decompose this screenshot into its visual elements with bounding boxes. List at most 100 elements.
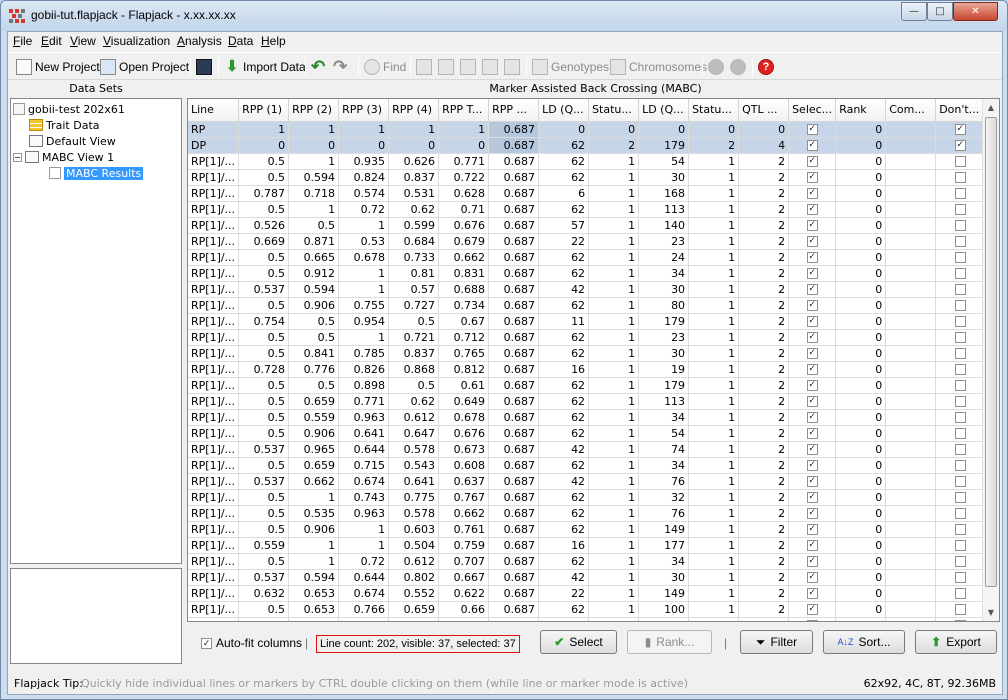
toggle-lines-button[interactable] <box>416 56 432 78</box>
checkbox-empty-icon[interactable] <box>954 268 966 279</box>
table-row[interactable]: RP[1]/... 0.5 0.906 1 0.603 0.761 0.687 62 1 149 1… <box>188 521 986 538</box>
table-row[interactable]: RP[1]/... 0.5 0.665 0.678 0.733 0.662 0.687 62 1… <box>188 249 986 266</box>
chromosomes-button[interactable]: Chromosomes <box>610 56 707 78</box>
title-bar[interactable]: gobii-tut.flapjack - Flapjack - x.xx.xx.… <box>1 1 1007 31</box>
checkbox-checked-icon[interactable]: ✓ <box>954 140 966 151</box>
close-button[interactable]: ✕ <box>953 2 998 21</box>
checkbox-checked-icon[interactable]: ✓ <box>806 588 818 599</box>
checkbox-empty-icon[interactable] <box>954 508 966 519</box>
checkbox-checked-icon[interactable]: ✓ <box>806 380 818 391</box>
column-header[interactable]: Statu... <box>588 99 640 122</box>
checkbox-checked-icon[interactable]: ✓ <box>806 508 818 519</box>
checkbox-empty-icon[interactable] <box>954 476 966 487</box>
checkbox-empty-icon[interactable] <box>954 316 966 327</box>
menu-analysis[interactable]: Analysis <box>177 34 222 48</box>
collapse-icon[interactable]: − <box>13 152 22 162</box>
checkbox-checked-icon[interactable]: ✓ <box>806 492 818 503</box>
table-row[interactable]: RP[1]/... 0.754 0.5 0.954 0.5 0.67 0.687 11 1 179… <box>188 313 986 330</box>
checkbox-empty-icon[interactable] <box>954 620 966 621</box>
checkbox-checked-icon[interactable]: ✓ <box>806 460 818 471</box>
checkbox-checked-icon[interactable]: ✓ <box>806 540 818 551</box>
checkbox-checked-icon[interactable]: ✓ <box>806 220 818 231</box>
checkbox-checked-icon[interactable]: ✓ <box>806 172 818 183</box>
table-row[interactable]: RP[1]/... 0.5 0.841 0.785 0.837 0.765 0.687 62 1… <box>188 345 986 362</box>
checkbox-checked-icon[interactable]: ✓ <box>806 284 818 295</box>
checkbox-checked-icon[interactable]: ✓ <box>806 604 818 615</box>
tree-node-default-view[interactable]: Default View <box>29 133 116 149</box>
checkbox-empty-icon[interactable] <box>954 444 966 455</box>
sort-button[interactable]: A↓Z Sort... <box>823 630 905 654</box>
checkbox-checked-icon[interactable]: ✓ <box>806 348 818 359</box>
table-row[interactable]: RP[1]/... 0.632 0.653 0.674 0.552 0.622 0.687 2… <box>188 585 986 602</box>
table-row[interactable]: RP[1]/... 0.5 0.912 1 0.81 0.831 0.687 62 1 34 1 2 ✓… <box>188 265 986 282</box>
table-row[interactable]: RP 1 1 1 1 1 0.687 0 0 0 0 0 ✓ 0 ✓ <box>188 121 986 138</box>
checkbox-checked-icon[interactable]: ✓ <box>806 364 818 375</box>
scroll-up-icon[interactable]: ▲ <box>983 99 999 116</box>
checkbox-empty-icon[interactable] <box>954 412 966 423</box>
save-button[interactable] <box>196 56 212 78</box>
minimize-button[interactable]: — <box>901 2 927 21</box>
menu-visualization[interactable]: Visualization <box>103 34 170 48</box>
table-row[interactable]: RP[1]/... 0.5 0.559 0.963 0.612 0.678 0.687 62 1… <box>188 409 986 426</box>
autofit-columns-checkbox[interactable]: ✓ Auto-fit columns <box>201 636 302 650</box>
checkbox-checked-icon[interactable]: ✓ <box>806 140 818 151</box>
table-row[interactable]: RP[1]/... 0.5 1 0.72 0.612 0.707 0.687 62 1 34 1 2 ✓… <box>188 553 986 570</box>
undo-button[interactable]: ↶ <box>311 56 325 78</box>
checkbox-checked-icon[interactable]: ✓ <box>806 124 818 135</box>
checkbox-empty-icon[interactable] <box>954 588 966 599</box>
checkbox-empty-icon[interactable] <box>954 172 966 183</box>
table-row[interactable]: DP 0 0 0 0 0 0.687 62 2 179 2 4 ✓ 0 ✓ <box>188 137 986 154</box>
column-header[interactable]: RPP ... <box>488 99 540 122</box>
checkbox-checked-icon[interactable]: ✓ <box>806 316 818 327</box>
vertical-scrollbar[interactable]: ▲ ▼ <box>982 99 999 621</box>
rank-button[interactable]: ▮ Rank... <box>627 630 712 654</box>
checkbox-checked-icon[interactable]: ✓ <box>806 236 818 247</box>
export-button[interactable]: ⬆ Export <box>915 630 997 654</box>
checkbox-empty-icon[interactable] <box>954 396 966 407</box>
table-row[interactable]: RP[1]/... 0.526 0.5 1 0.599 0.676 0.687 57 1 140 1… <box>188 217 986 234</box>
column-header[interactable]: Com... <box>885 99 937 122</box>
checkbox-checked-icon[interactable]: ✓ <box>806 412 818 423</box>
back-button[interactable] <box>708 56 724 78</box>
column-header[interactable]: RPP (2) <box>288 99 340 122</box>
column-header[interactable]: RPP (1) <box>238 99 290 122</box>
table-row[interactable]: RP[1]/... 0.5 0.659 0.771 0.62 0.649 0.687 62 1 1… <box>188 393 986 410</box>
maximize-button[interactable]: □ <box>927 2 953 21</box>
menu-data[interactable]: Data <box>228 34 253 48</box>
checkbox-checked-icon[interactable]: ✓ <box>806 556 818 567</box>
checkbox-empty-icon[interactable] <box>954 380 966 391</box>
column-header[interactable]: Rank <box>835 99 887 122</box>
menu-view[interactable]: View <box>70 34 96 48</box>
checkbox-empty-icon[interactable] <box>954 428 966 439</box>
toggle-columns-button[interactable] <box>438 56 454 78</box>
forward-button[interactable] <box>730 56 746 78</box>
column-header[interactable]: Selec... <box>788 99 837 122</box>
menu-file[interactable]: File <box>13 34 32 48</box>
tree-node-mabc-results[interactable]: MABC Results <box>49 165 144 181</box>
column-header[interactable]: Statu... <box>688 99 740 122</box>
help-button[interactable]: ? <box>758 56 774 78</box>
table-row[interactable]: RP[1]/... 0.5 1 0.935 0.626 0.771 0.687 62 1 54 1 2… <box>188 153 986 170</box>
table-row[interactable]: RP[1]/... 0.787 0.718 0.574 0.531 0.628 0.687 6… <box>188 185 986 202</box>
checkbox-checked-icon[interactable]: ✓ <box>806 524 818 535</box>
checkbox-empty-icon[interactable] <box>954 204 966 215</box>
checkbox-empty-icon[interactable] <box>954 492 966 503</box>
checkbox-empty-icon[interactable] <box>954 300 966 311</box>
table-row[interactable]: RP[1]/... 0.559 1 1 0.504 0.759 0.687 16 1 177 1 2 ✓… <box>188 537 986 554</box>
tree-node-trait-data[interactable]: Trait Data <box>29 117 100 133</box>
checkbox-checked-icon[interactable]: ✓ <box>806 396 818 407</box>
filter-button[interactable]: ⏷ Filter <box>740 630 813 654</box>
table-row[interactable]: RP[1]/... 0.5 0.535 0.963 0.578 0.662 0.687 62 1… <box>188 505 986 522</box>
scroll-down-icon[interactable]: ▼ <box>983 604 999 621</box>
checkbox-checked-icon[interactable]: ✓ <box>806 332 818 343</box>
table-row[interactable]: RP[1]/... 0.5 1 0.72 0.62 0.71 0.687 62 1 113 1 2 ✓ 0 <box>188 201 986 218</box>
toggle-rows-button[interactable] <box>460 56 476 78</box>
checkbox-checked-icon[interactable]: ✓ <box>806 156 818 167</box>
table-row[interactable]: RP[1]/... 0.669 0.871 0.53 0.684 0.679 0.687 22… <box>188 233 986 250</box>
checkbox-empty-icon[interactable] <box>954 364 966 375</box>
menu-edit[interactable]: Edit <box>41 34 62 48</box>
tree-node-project[interactable]: gobii-test 202x61 <box>13 101 125 117</box>
table-row[interactable]: RP[1]/... 0.5 0.906 0.755 0.727 0.734 0.687 62 1… <box>188 297 986 314</box>
checkbox-empty-icon[interactable] <box>954 332 966 343</box>
column-header[interactable]: QTL ... <box>738 99 790 122</box>
